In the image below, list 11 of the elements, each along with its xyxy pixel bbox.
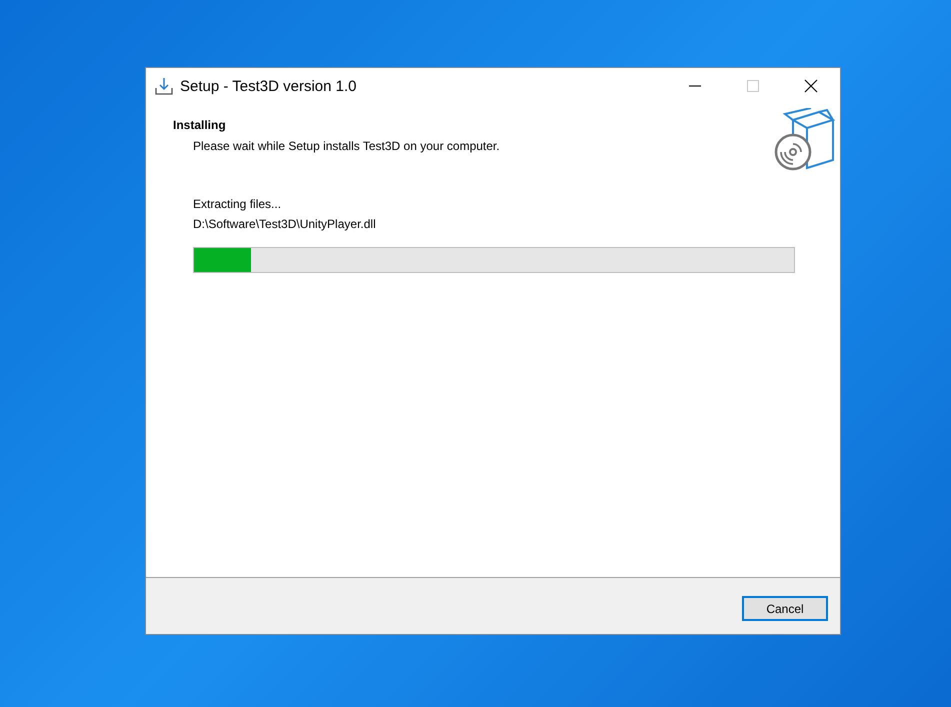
status-text: Extracting files... [193,197,282,211]
maximize-icon [746,79,760,93]
window-title: Setup - Test3D version 1.0 [180,78,358,94]
page-heading: Installing [173,118,227,132]
download-icon [154,76,174,96]
close-icon [804,79,818,93]
file-path: D:\Software\Test3D\UnityPlayer.dll [193,217,377,231]
page-description: Please wait while Setup installs Test3D on your computer. [193,139,501,153]
minimize-icon [688,85,702,87]
software-box-icon [773,108,835,172]
cancel-button[interactable]: Cancel [742,596,828,621]
